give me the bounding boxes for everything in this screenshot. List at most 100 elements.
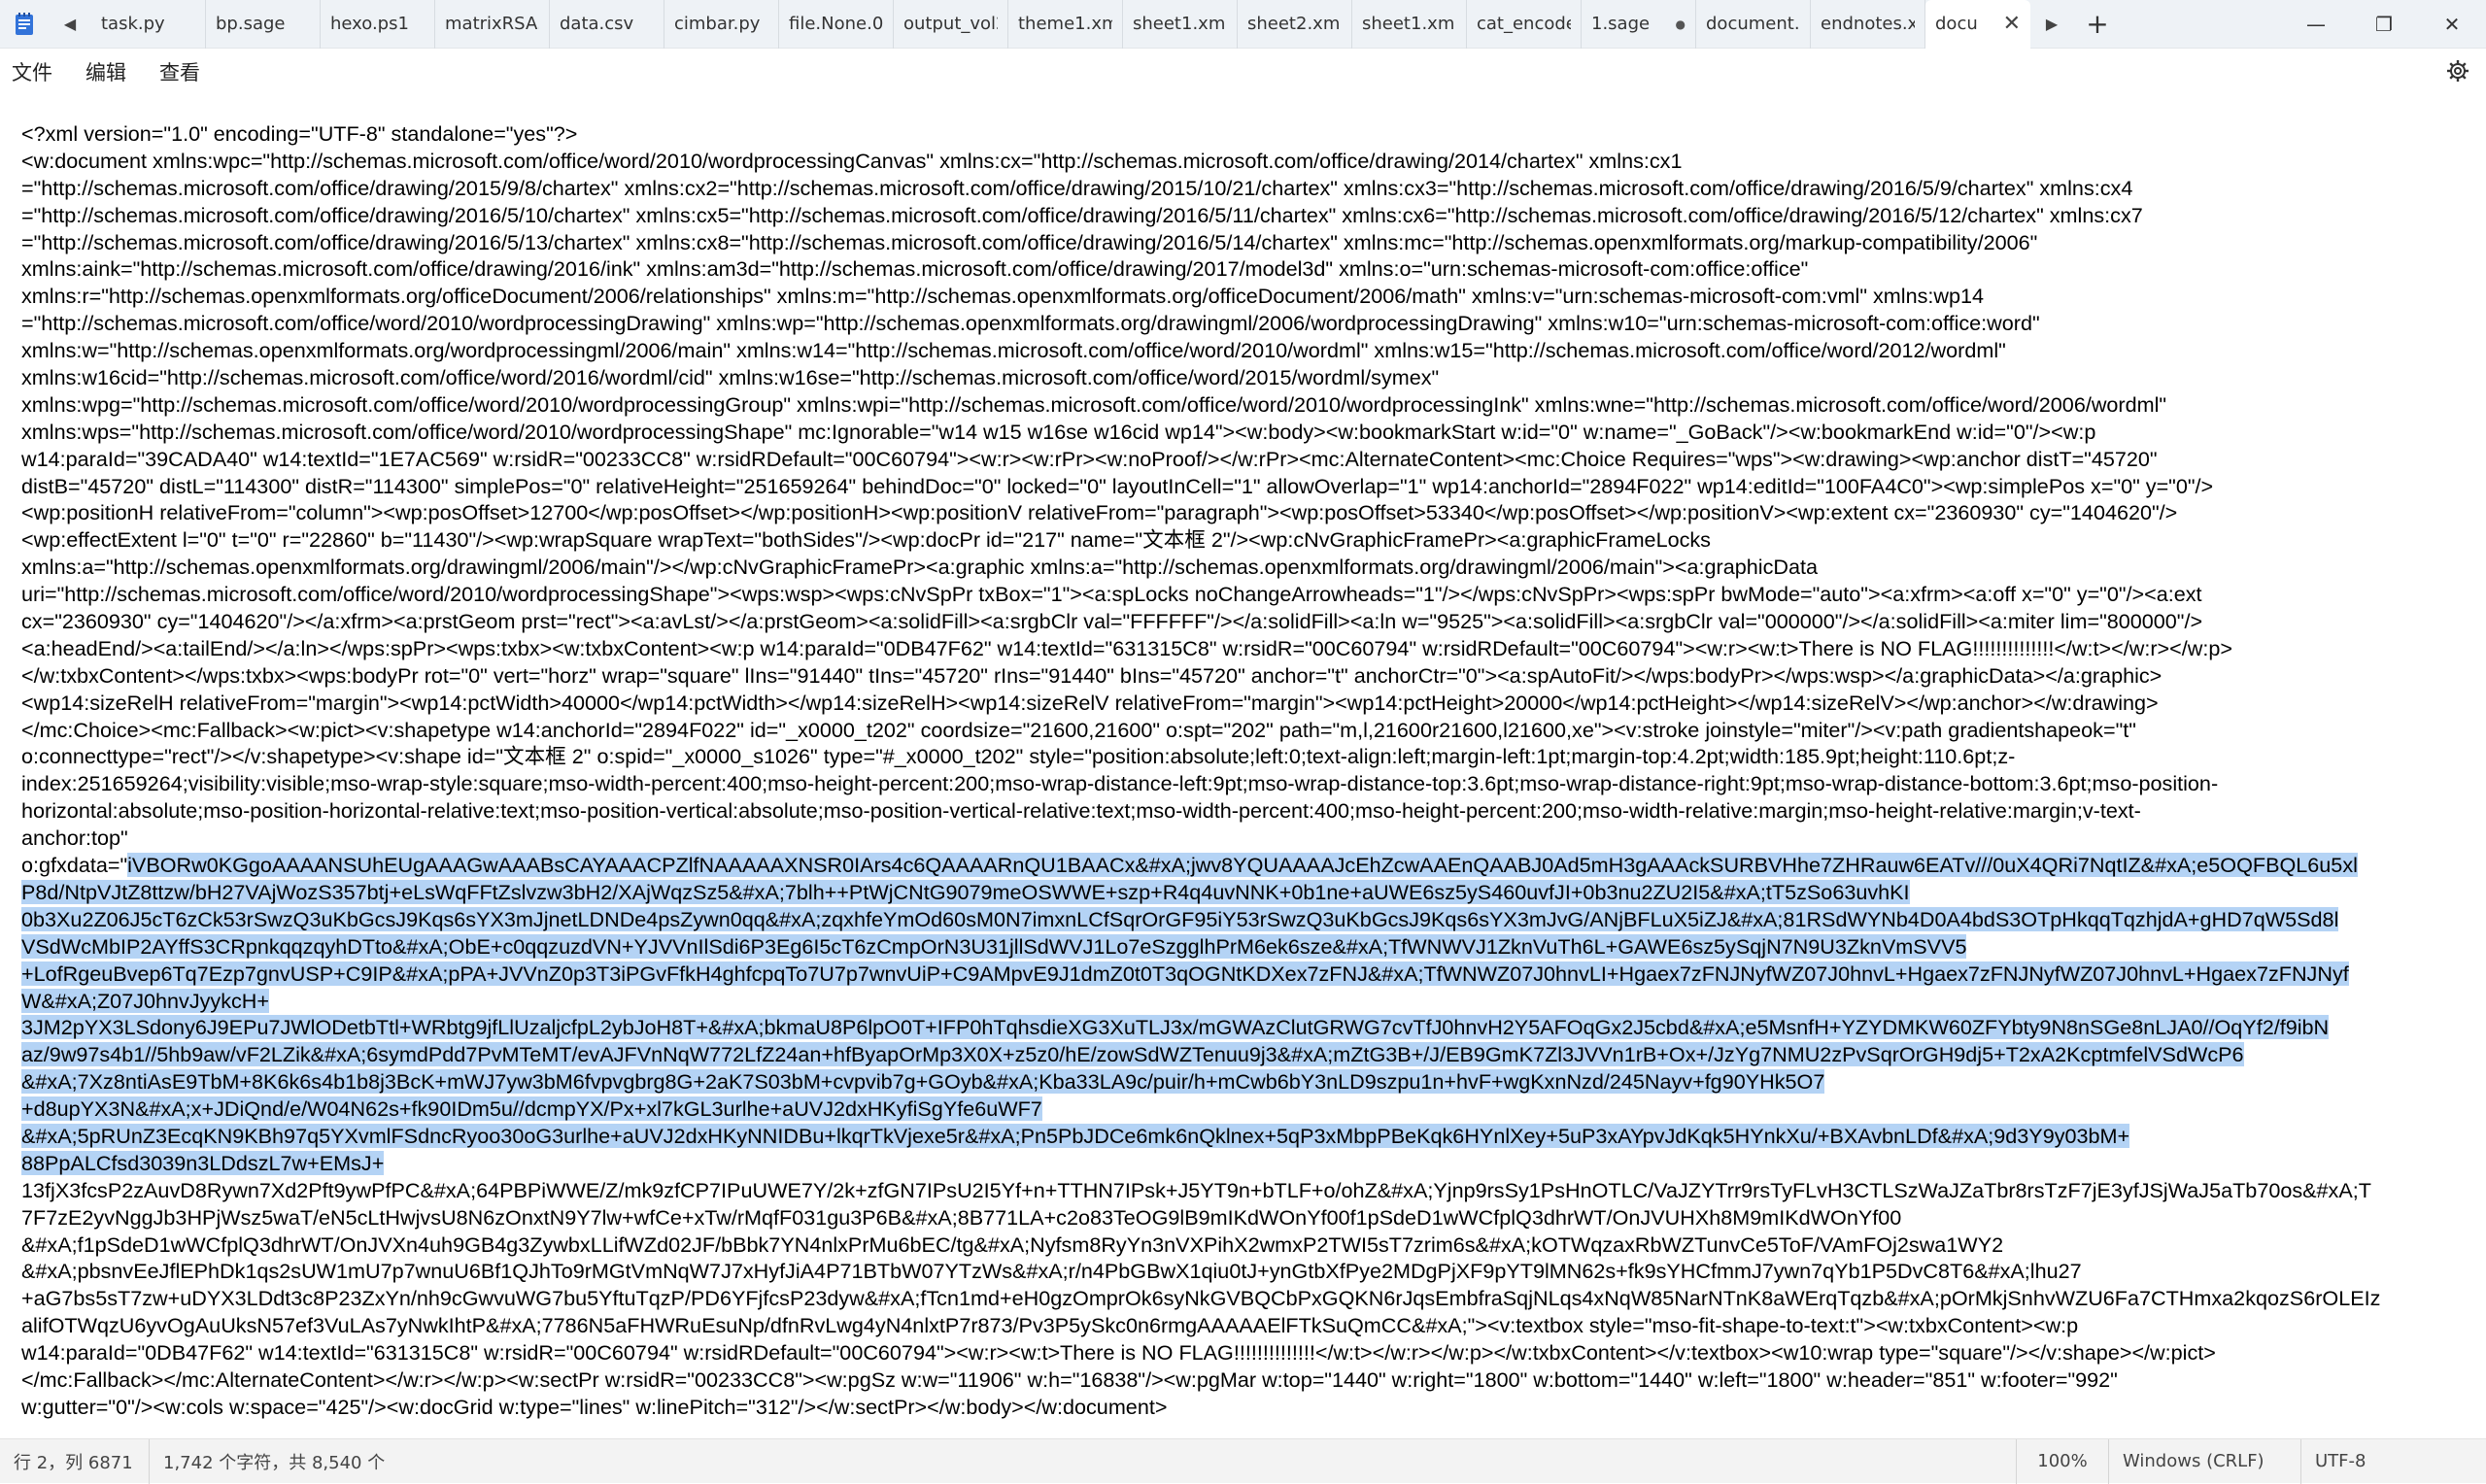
tab-active[interactable]: docu✕ xyxy=(1925,0,2030,49)
menu-file[interactable]: 文件 xyxy=(12,57,52,86)
selected-text: +LofRgeuBvep6Tq7Ezp7gnvUSP+C9IP&#xA;pPA+… xyxy=(21,961,2349,986)
editor-line: &#xA;f1pSdeD1wWCfplQ3dhrWT/OnJVXn4uh9GB4… xyxy=(21,1231,2469,1259)
editor-line: o:gfxdata="iVBORw0KGgoAAAANSUhEUgAAAGwAA… xyxy=(21,852,2469,879)
window-controls: — ❐ ✕ xyxy=(2282,0,2486,49)
selected-text: &#xA;5pRUnZ3EcqKN9KBh97q5YXvmlFSdncRyoo3… xyxy=(21,1124,2129,1148)
menu-edit[interactable]: 编辑 xyxy=(85,57,126,86)
tab[interactable]: theme1.xml xyxy=(1008,0,1123,49)
tab-label: endnotes.xm xyxy=(1821,14,1915,34)
menu-bar: 文件 编辑 查看 xyxy=(0,49,2486,95)
editor-line: ="http://schemas.microsoft.com/office/dr… xyxy=(21,229,2469,256)
gfxdata-attribute: o:gfxdata=" xyxy=(21,853,127,877)
tab[interactable]: cimbar.py xyxy=(664,0,779,49)
editor-line: <w:document xmlns:wpc="http://schemas.mi… xyxy=(21,148,2469,175)
tab[interactable]: data.csv xyxy=(550,0,664,49)
tab[interactable]: cat_encode.p xyxy=(1467,0,1582,49)
editor-line: </mc:Choice><mc:Fallback><w:pict><v:shap… xyxy=(21,717,2469,744)
editor-line: </mc:Fallback></mc:AlternateContent></w:… xyxy=(21,1366,2469,1394)
tab-label: bp.sage xyxy=(216,14,310,34)
editor-line: az/9w97s4b1//5hb9aw/vF2LZik&#xA;6symdPdd… xyxy=(21,1041,2469,1068)
chevron-left-icon[interactable]: ◀ xyxy=(49,0,91,49)
editor-line: distB="45720" distL="114300" distR="1143… xyxy=(21,473,2469,500)
tab-label: cimbar.py xyxy=(674,14,768,34)
tab[interactable]: matrixRSA.p xyxy=(435,0,550,49)
plus-icon[interactable]: + xyxy=(2073,0,2122,49)
tab-label: 1.sage xyxy=(1591,14,1672,34)
close-tab-icon[interactable]: ✕ xyxy=(2003,12,2021,36)
line-ending[interactable]: Windows (CRLF) xyxy=(2109,1439,2301,1484)
editor-line: xmlns:a="http://schemas.openxmlformats.o… xyxy=(21,554,2469,581)
editor-line: 0b3Xu2Z06J5cT6zCk53rSwzQ3uKbGcsJ9Kqs6sYX… xyxy=(21,906,2469,933)
editor-line: uri="http://schemas.microsoft.com/office… xyxy=(21,581,2469,608)
editor-line: o:connecttype="rect"/></v:shapetype><v:s… xyxy=(21,743,2469,770)
cursor-position: 行 2，列 6871 xyxy=(0,1439,150,1484)
editor-line: xmlns:wpg="http://schemas.microsoft.com/… xyxy=(21,391,2469,419)
selected-text: iVBORw0KGgoAAAANSUhEUgAAAGwAAABsCAYAAACP… xyxy=(127,853,2358,877)
editor-line: 88PpALCfsd3039n3LDdszL7w+EMsJ+ xyxy=(21,1150,2469,1177)
menu-view[interactable]: 查看 xyxy=(159,57,200,86)
editor-line: index:251659264;visibility:visible;mso-w… xyxy=(21,770,2469,797)
editor-line: w14:paraId="0DB47F62" w14:textId="631315… xyxy=(21,1339,2469,1366)
editor-line: xmlns:r="http://schemas.openxmlformats.o… xyxy=(21,283,2469,310)
editor-line: +aG7bs5sT7zw+uDYX3LDdt3c8P23ZxYn/nh9cGwv… xyxy=(21,1285,2469,1312)
selected-text: P8d/NtpVJtZ8ttzw/bH27VAjWozS357btj+eLsWq… xyxy=(21,880,1910,904)
tab[interactable]: bp.sage xyxy=(206,0,321,49)
editor-line: w14:paraId="39CADA40" w14:textId="1E7AC5… xyxy=(21,446,2469,473)
editor-line: horizontal:absolute;mso-position-horizon… xyxy=(21,797,2469,825)
editor-line: xmlns:w="http://schemas.openxmlformats.o… xyxy=(21,337,2469,364)
unsaved-dot-icon: ● xyxy=(1676,17,1686,31)
tab-label: sheet2.xml xyxy=(1247,14,1342,34)
selected-text: VSdWcMbIP2AYffS3CRpnkqqzqyhDTto&#xA;ObE+… xyxy=(21,934,1966,959)
tab-label: sheet1.xml xyxy=(1133,14,1227,34)
editor-line: +d8upYX3N&#xA;x+JDiQnd/e/W04N62s+fk90IDm… xyxy=(21,1096,2469,1123)
editor-line: ="http://schemas.microsoft.com/office/dr… xyxy=(21,202,2469,229)
tab[interactable]: hexo.ps1 xyxy=(321,0,435,49)
notepad-icon xyxy=(0,0,49,49)
tab-label: document.xr xyxy=(1706,14,1800,34)
editor-line: 3JM2pYX3LSdony6J9EPu7JWlODetbTtl+WRbtg9j… xyxy=(21,1014,2469,1041)
tab-label: hexo.ps1 xyxy=(330,14,425,34)
tab[interactable]: endnotes.xm xyxy=(1811,0,1925,49)
chevron-right-icon[interactable]: ▶ xyxy=(2030,0,2073,49)
tab-label: data.csv xyxy=(560,14,654,34)
tab[interactable]: sheet1.xml xyxy=(1123,0,1238,49)
tab-label: task.py xyxy=(101,14,195,34)
selected-text: az/9w97s4b1//5hb9aw/vF2LZik&#xA;6symdPdd… xyxy=(21,1042,2244,1066)
editor-line: anchor:top" xyxy=(21,825,2469,852)
encoding[interactable]: UTF-8 xyxy=(2301,1439,2486,1484)
restore-icon[interactable]: ❐ xyxy=(2350,0,2418,49)
editor-line: VSdWcMbIP2AYffS3CRpnkqqzqyhDTto&#xA;ObE+… xyxy=(21,933,2469,961)
tab[interactable]: task.py xyxy=(91,0,206,49)
tab[interactable]: sheet1.xml xyxy=(1352,0,1467,49)
tab[interactable]: document.xr xyxy=(1696,0,1811,49)
editor-line: +LofRgeuBvep6Tq7Ezp7gnvUSP+C9IP&#xA;pPA+… xyxy=(21,961,2469,988)
status-bar: 行 2，列 6871 1,742 个字符，共 8,540 个 100% Wind… xyxy=(0,1438,2486,1483)
minimize-icon[interactable]: — xyxy=(2282,0,2350,49)
tab[interactable]: file.None.0x xyxy=(779,0,894,49)
zoom-level[interactable]: 100% xyxy=(2016,1439,2109,1484)
editor-line: <wp14:sizeRelH relativeFrom="margin"><wp… xyxy=(21,690,2469,717)
gear-icon[interactable] xyxy=(2443,56,2472,85)
close-icon[interactable]: ✕ xyxy=(2418,0,2486,49)
selected-text: W&#xA;Z07J0hnvJyykcH+ xyxy=(21,989,269,1013)
editor-line: xmlns:aink="http://schemas.microsoft.com… xyxy=(21,255,2469,283)
tab[interactable]: 1.sage ● xyxy=(1582,0,1696,49)
editor-line: W&#xA;Z07J0hnvJyykcH+ xyxy=(21,988,2469,1015)
editor-line: w:gutter="0"/><w:cols w:space="425"/><w:… xyxy=(21,1394,2469,1421)
editor-line: P8d/NtpVJtZ8ttzw/bH27VAjWozS357btj+eLsWq… xyxy=(21,879,2469,906)
tab-label: theme1.xml xyxy=(1018,14,1112,34)
editor-line: <?xml version="1.0" encoding="UTF-8" sta… xyxy=(21,120,2469,148)
tab-label: file.None.0x xyxy=(789,14,883,34)
tab[interactable]: output_vol2_ xyxy=(894,0,1008,49)
editor-line: ="http://schemas.microsoft.com/office/wo… xyxy=(21,310,2469,337)
text-editor[interactable]: <?xml version="1.0" encoding="UTF-8" sta… xyxy=(21,120,2469,1422)
editor-line: xmlns:w16cid="http://schemas.microsoft.c… xyxy=(21,364,2469,391)
tab-label: sheet1.xml xyxy=(1362,14,1456,34)
selected-text: +d8upYX3N&#xA;x+JDiQnd/e/W04N62s+fk90IDm… xyxy=(21,1096,1042,1121)
editor-line: 7F7zE2yvNggJb3HPjWsz5waT/eN5cLtHwjvsU8N6… xyxy=(21,1204,2469,1231)
editor-line: &#xA;7Xz8ntiAsE9TbM+8K6k6s4b1b8j3BcK+mWJ… xyxy=(21,1068,2469,1096)
editor-line: 13fjX3fcsP2zAuvD8Rywn7Xd2Pft9ywPfPC&#xA;… xyxy=(21,1177,2469,1204)
editor-line: ="http://schemas.microsoft.com/office/dr… xyxy=(21,175,2469,202)
selected-text: 88PpALCfsd3039n3LDdszL7w+EMsJ+ xyxy=(21,1151,384,1175)
tab[interactable]: sheet2.xml xyxy=(1238,0,1352,49)
